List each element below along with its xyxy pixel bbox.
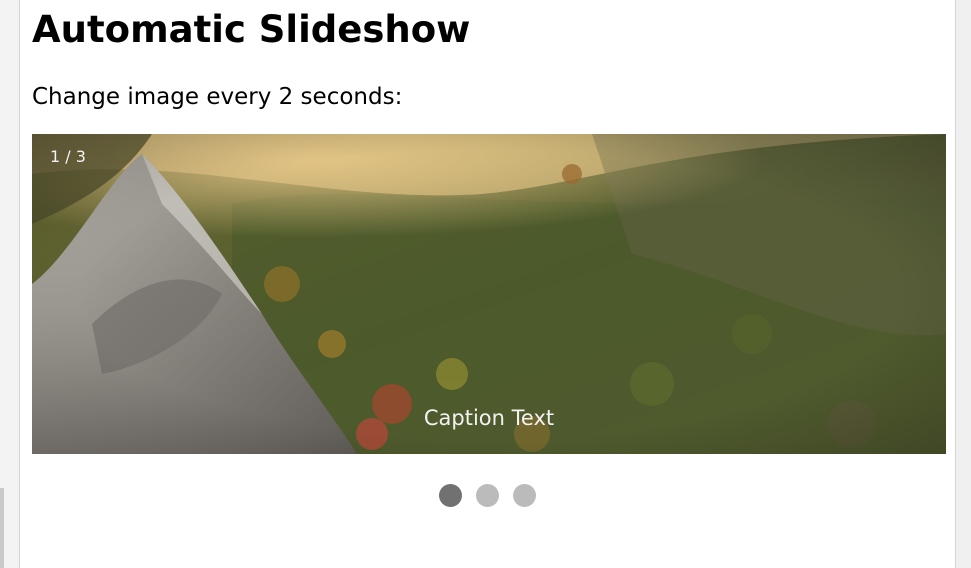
slide-dot-3[interactable]: [513, 484, 536, 507]
right-window-edge: [956, 0, 971, 568]
left-window-edge: [0, 0, 19, 568]
intro-text: Change image every 2 seconds:: [32, 84, 403, 110]
page-title: Automatic Slideshow: [32, 8, 471, 51]
slide-indicator-dots: [20, 484, 955, 507]
left-edge-marker: [0, 488, 4, 568]
slide-dot-2[interactable]: [476, 484, 499, 507]
slide-caption: Caption Text: [423, 406, 555, 430]
slide-number: 1 / 3: [50, 147, 86, 166]
slide-dot-1[interactable]: [439, 484, 462, 507]
slideshow-container: 1 / 3 Caption Text: [32, 134, 946, 454]
page-content: Automatic Slideshow Change image every 2…: [19, 0, 956, 568]
